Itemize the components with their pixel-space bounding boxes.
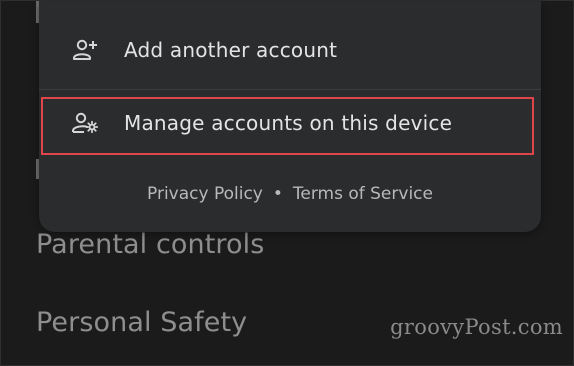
separator-dot: • <box>272 184 283 204</box>
add-another-account-item[interactable]: Add another account <box>39 20 541 80</box>
menu-divider <box>39 89 541 90</box>
terms-of-service-link[interactable]: Terms of Service <box>293 184 433 204</box>
personal-safety-item[interactable]: Personal Safety <box>36 307 247 338</box>
add-another-account-label: Add another account <box>124 38 338 62</box>
legal-links: Privacy Policy • Terms of Service <box>39 184 541 204</box>
person-add-icon <box>71 36 99 64</box>
privacy-policy-link[interactable]: Privacy Policy <box>147 184 263 204</box>
annotation-highlight-box <box>41 97 534 155</box>
watermark-logo: groovyPost.com <box>390 315 563 339</box>
parental-controls-item[interactable]: Parental controls <box>36 229 264 260</box>
account-menu-sheet: Add another account Manage accounts on t… <box>39 1 541 232</box>
screen-frame: Parental controls Personal Safety Add an… <box>0 0 574 366</box>
